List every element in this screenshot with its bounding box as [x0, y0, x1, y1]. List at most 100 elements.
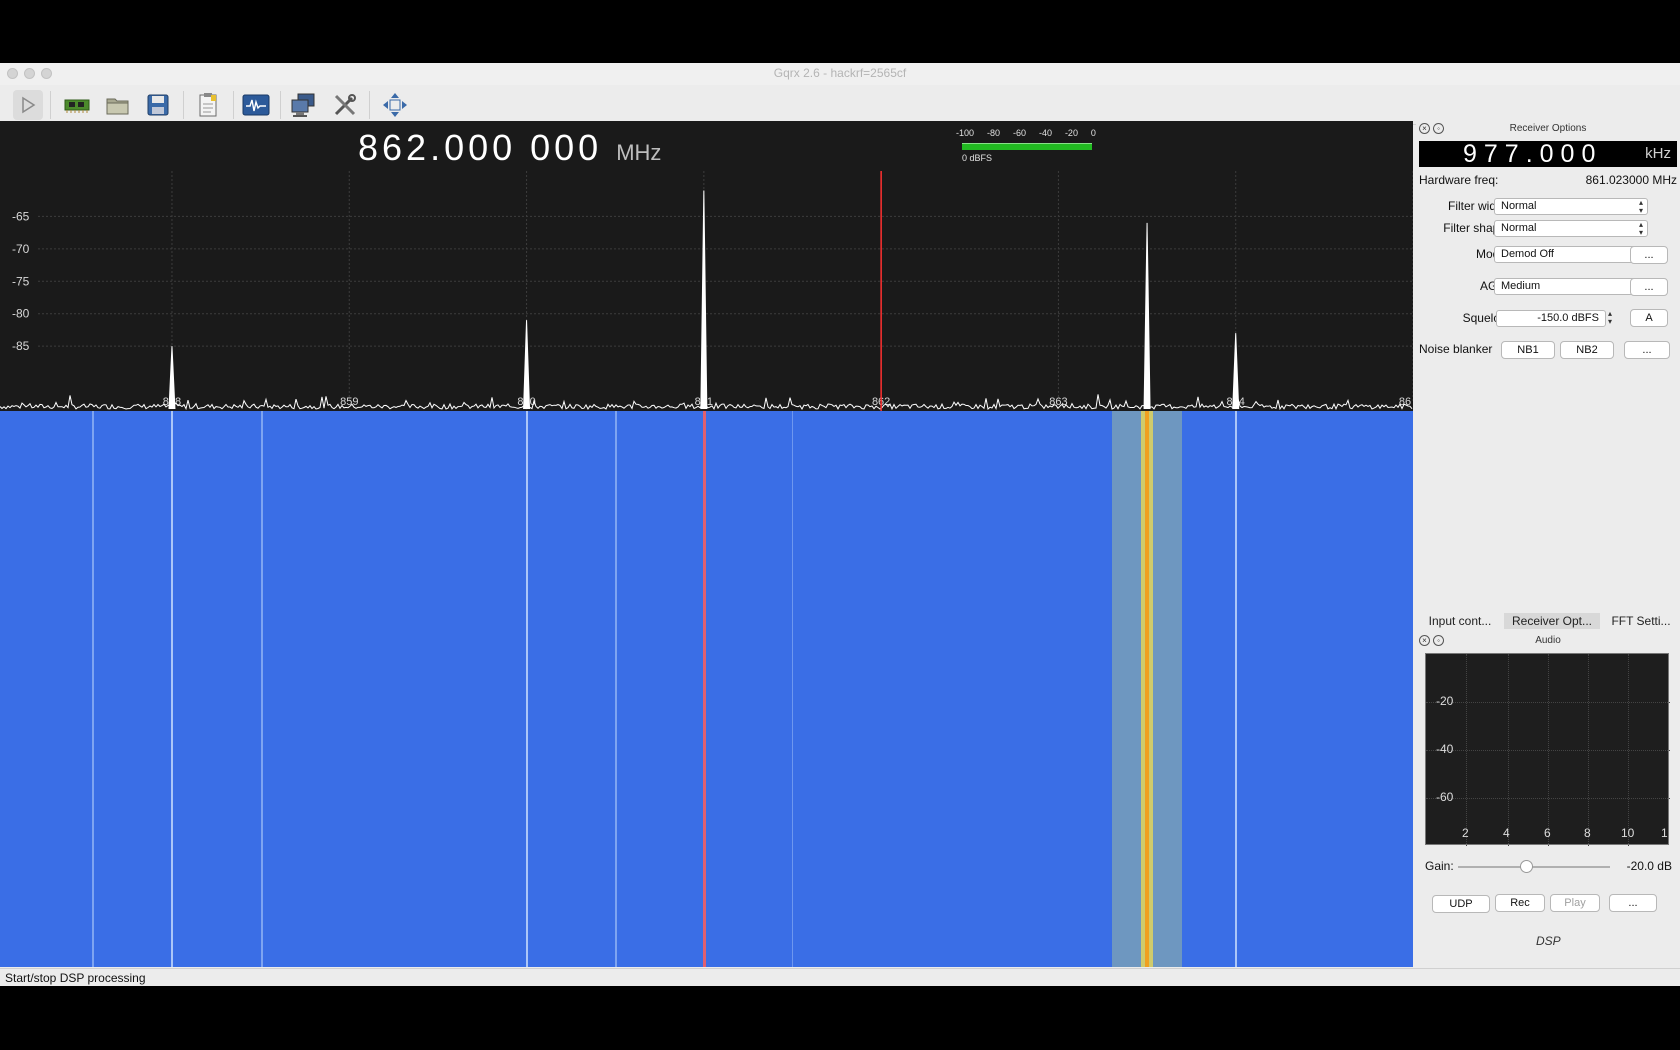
status-text: Start/stop DSP processing [5, 971, 146, 985]
audio-x-tick: 10 [1621, 826, 1635, 840]
tab-fft-settings[interactable]: FFT Setti... [1602, 613, 1680, 629]
waterfall-lines [0, 411, 1413, 967]
rec-button[interactable]: Rec [1495, 894, 1545, 912]
agc-options-button[interactable]: ... [1630, 278, 1668, 296]
tab-input-controls[interactable]: Input cont... [1419, 613, 1501, 629]
bookmarks-button[interactable] [193, 90, 223, 120]
waterfall-signal-trace [1234, 411, 1237, 967]
fullscreen-button[interactable] [380, 90, 410, 120]
mode-select[interactable]: Demod Off▴▾ [1494, 246, 1648, 263]
dock-close-icon[interactable]: × [1419, 123, 1430, 134]
waterfall-signal-trace [170, 411, 173, 967]
waterfall-signal-trace [615, 411, 618, 967]
dock-float-icon[interactable]: ◦ [1433, 635, 1444, 646]
dock-close-icon[interactable]: × [1419, 635, 1430, 646]
gain-label: Gain: [1425, 859, 1454, 873]
spectrum-svg: -65-70-75-80-8585885986086186286386486 [0, 171, 1413, 411]
filter-shape-value: Normal [1501, 222, 1537, 234]
minimize-window-icon[interactable] [24, 68, 35, 79]
audio-fft-plot: -20 -40 -60 2 4 6 8 10 1 [1425, 653, 1670, 846]
receiver-options-title: Receiver Options [1509, 123, 1587, 134]
main-window: Gqrx 2.6 - hackrf=2565cf 862.000 000 MHz… [0, 63, 1680, 986]
filter-shape-select[interactable]: Normal ▴ ▾ [1494, 220, 1648, 237]
play-icon [22, 96, 36, 114]
status-bar: Start/stop DSP processing [0, 968, 1680, 986]
window-title: Gqrx 2.6 - hackrf=2565cf [773, 66, 907, 80]
mode-options-button[interactable]: ... [1630, 246, 1668, 264]
gain-slider[interactable] [1458, 860, 1610, 873]
zoom-window-icon[interactable] [41, 68, 52, 79]
updown-arrows-icon: ▴▾ [1638, 198, 1643, 215]
dock-float-icon[interactable]: ◦ [1433, 123, 1444, 134]
filter-width-value: Normal [1501, 200, 1537, 212]
agc-select[interactable]: Medium▴▾ [1494, 278, 1648, 295]
filter-width-select[interactable]: Normal ▴ ▾ [1494, 198, 1648, 215]
clipboard-icon [199, 93, 217, 117]
configure-io-button[interactable] [62, 90, 92, 120]
y-tick-label: -75 [12, 274, 30, 288]
waterfall-signal-trace [702, 411, 706, 967]
toolbar-separator [280, 91, 281, 119]
spectrum-peak [523, 320, 531, 410]
save-settings-button[interactable] [143, 90, 173, 120]
computers-icon [291, 93, 315, 117]
audio-options-button[interactable]: ... [1609, 894, 1657, 912]
gain-value: -20.0 dB [1626, 859, 1672, 873]
waterfall-display[interactable] [0, 411, 1413, 967]
squelch-stepper-icon[interactable]: ▴ ▾ [1608, 310, 1612, 326]
offset-frequency-display[interactable]: 977.000 kHz [1419, 141, 1677, 167]
spectrum-peak [1232, 333, 1240, 410]
waveform-icon [242, 94, 270, 116]
offset-frequency-unit: kHz [1645, 145, 1671, 162]
offset-frequency-digits[interactable]: 977.000 [1463, 141, 1602, 167]
spectrum-peak [168, 346, 176, 410]
udp-button[interactable]: UDP [1432, 895, 1490, 913]
tools-icon [334, 94, 356, 116]
hardware-freq-label: Hardware freq: [1419, 173, 1499, 187]
load-settings-button[interactable] [103, 90, 133, 120]
tab-receiver-options[interactable]: Receiver Opt... [1504, 613, 1600, 629]
squelch-value: -150.0 dBFS [1537, 312, 1599, 324]
updown-arrows-icon: ▴▾ [1638, 220, 1643, 237]
nb2-button[interactable]: NB2 [1560, 341, 1614, 359]
audio-x-tick: 6 [1544, 826, 1551, 840]
close-window-icon[interactable] [7, 68, 18, 79]
spectrum-plotter[interactable]: 862.000 000 MHz -100 -80 -60 -40 -20 0 0… [0, 121, 1413, 411]
audio-x-tick: 1 [1661, 826, 1668, 840]
nb1-button[interactable]: NB1 [1501, 341, 1555, 359]
gain-slider-handle[interactable] [1520, 860, 1534, 873]
spectrum-peak [1143, 222, 1151, 410]
audio-title: Audio [1535, 635, 1561, 646]
audio-x-tick: 8 [1584, 826, 1591, 840]
toolbar-separator [369, 91, 370, 119]
remote-control-button[interactable] [289, 90, 319, 120]
expand-arrows-icon [383, 93, 407, 117]
mode-value: Demod Off [1501, 248, 1554, 260]
audio-x-tick: 2 [1462, 826, 1469, 840]
audio-x-tick: 4 [1503, 826, 1510, 840]
squelch-input[interactable]: -150.0 dBFS [1496, 310, 1606, 327]
auto-squelch-button[interactable]: A [1630, 309, 1668, 327]
start-stop-button[interactable] [13, 90, 43, 120]
audio-y-tick: -60 [1436, 790, 1454, 804]
audio-y-tick: -40 [1436, 742, 1454, 756]
toolbar [0, 85, 1680, 125]
iq-tool-button[interactable] [241, 90, 271, 120]
title-bar: Gqrx 2.6 - hackrf=2565cf [0, 63, 1680, 85]
noise-blanker-label: Noise blanker [1419, 342, 1493, 356]
agc-value: Medium [1501, 280, 1541, 292]
dsp-tools-button[interactable] [330, 90, 360, 120]
waterfall-signal-trace [792, 411, 794, 967]
audio-y-tick: -20 [1436, 694, 1454, 708]
waterfall-signal-trace [92, 411, 95, 967]
noise-blanker-options-button[interactable]: ... [1624, 341, 1670, 359]
dock-panel: × ◦ Receiver Options 977.000 kHz Hardwar… [1416, 121, 1680, 967]
audio-header: × ◦ Audio [1416, 633, 1680, 649]
receiver-options-header: × ◦ Receiver Options [1416, 121, 1680, 137]
y-tick-label: -85 [12, 339, 30, 353]
spectrum-area[interactable]: -65-70-75-80-8585885986086186286386486 [0, 121, 1413, 411]
toolbar-separator [233, 91, 234, 119]
y-tick-label: -70 [12, 242, 30, 256]
toolbar-separator [183, 91, 184, 119]
play-button[interactable]: Play [1550, 894, 1600, 912]
